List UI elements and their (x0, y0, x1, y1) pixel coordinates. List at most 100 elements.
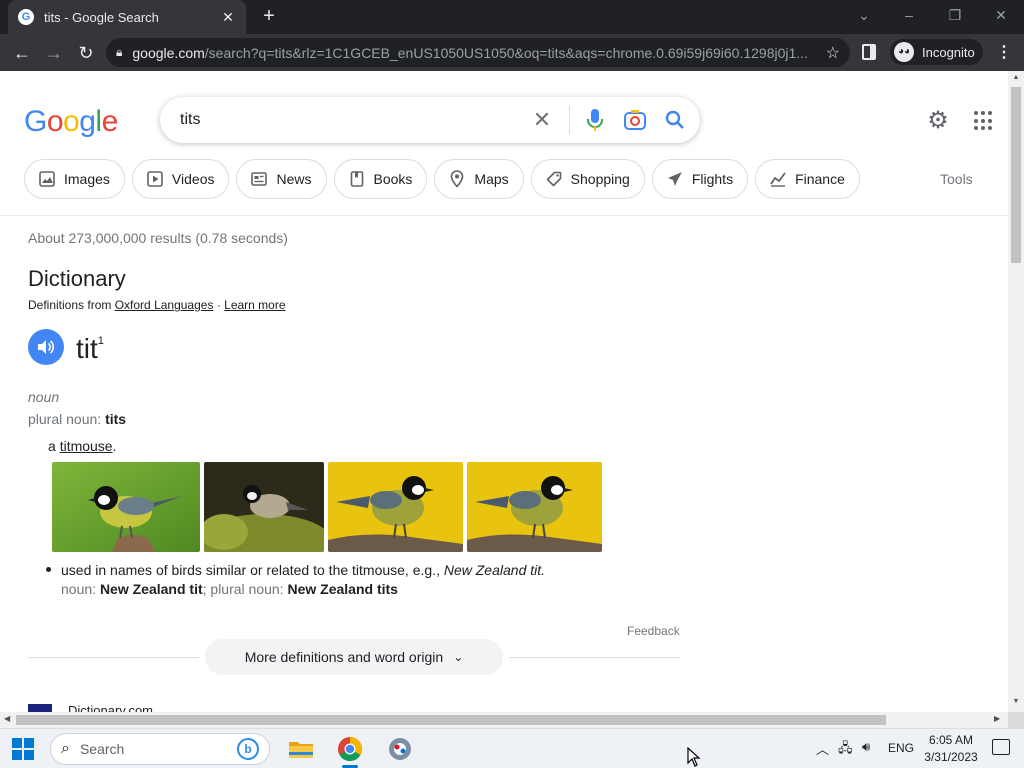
scroll-left-arrow-icon[interactable]: ◀ (4, 714, 10, 723)
tab-strip: G tits - Google Search ✕ + ⌄ – ❐ ✕ (0, 0, 1024, 34)
play-icon (146, 170, 164, 188)
minimize-icon[interactable]: – (897, 4, 921, 26)
bird-image-4[interactable] (467, 462, 602, 552)
clock-time: 6:05 AM (928, 733, 974, 747)
search-divider (569, 106, 570, 134)
dictionary-heading: Dictionary (28, 266, 126, 291)
tab-close-icon[interactable]: ✕ (220, 9, 236, 26)
speaker-icon (38, 340, 55, 354)
oxford-languages-link[interactable]: Oxford Languages (115, 298, 214, 312)
voice-search-mic-icon[interactable] (580, 105, 610, 135)
def2-text: used in names of birds similar or relate… (61, 562, 440, 578)
map-pin-icon (448, 170, 466, 188)
windows-taskbar: ⌕ Search b ︿ 🖧︎ 🔊︎ ENG 6:05 AM 3/31/2023 (0, 728, 1024, 768)
chip-label: Flights (691, 171, 734, 187)
pronunciation-speaker-button[interactable] (28, 329, 64, 365)
url-text[interactable]: google.com/search?q=tits&rlz=1C1GCEB_enU… (132, 45, 817, 61)
reload-icon[interactable]: ↻ (74, 41, 98, 65)
vertical-scrollbar[interactable]: ▲ ▼ (1008, 71, 1024, 712)
taskbar-search-box[interactable]: ⌕ Search b (50, 733, 270, 765)
tag-icon (545, 170, 563, 188)
def2-noun-label: noun: (61, 581, 97, 597)
chip-images[interactable]: Images (24, 159, 125, 199)
clear-search-icon[interactable]: ✕ (527, 107, 557, 133)
taskbar-search-icon: ⌕ (61, 740, 70, 757)
tools-button[interactable]: Tools (940, 171, 973, 187)
url-path: /search?q=tits&rlz=1C1GCEB_enUS1050US105… (204, 44, 808, 61)
next-result-name: Dictionary.com (68, 703, 154, 712)
taskbar-clock[interactable]: 6:05 AM 3/31/2023 (918, 732, 984, 766)
definition-1: a titmouse. (48, 438, 117, 454)
def1-prefix: a (48, 438, 56, 454)
dictionary-com-favicon-icon (28, 703, 52, 712)
lens-camera-icon[interactable] (620, 105, 650, 135)
bird-image-1[interactable] (52, 462, 200, 552)
plural-label: plural noun: (28, 411, 102, 427)
chip-news[interactable]: News (236, 159, 327, 199)
feedback-link[interactable]: Feedback (627, 624, 680, 638)
search-magnifier-icon[interactable] (660, 105, 690, 135)
scrollbar-corner (1008, 712, 1024, 728)
lock-icon[interactable]: 🔒︎ (116, 45, 122, 60)
bing-icon[interactable]: b (237, 738, 259, 760)
forward-arrow-icon[interactable]: → (42, 41, 66, 65)
network-icon[interactable]: 🖧︎ (838, 739, 853, 761)
window-close-icon[interactable]: ✕ (989, 4, 1013, 26)
def2-sep: ; (202, 581, 207, 597)
logo-letter: G (24, 105, 47, 138)
address-bar[interactable]: 🔒︎ google.com/search?q=tits&rlz=1C1GCEB_… (106, 38, 850, 67)
search-input[interactable]: tits (180, 111, 527, 129)
chip-shopping[interactable]: Shopping (530, 159, 645, 199)
bookmark-star-icon[interactable]: ☆ (826, 43, 840, 63)
next-result[interactable]: Dictionary.com (28, 703, 153, 712)
windows-start-icon[interactable] (12, 738, 34, 760)
chrome-taskbar-icon[interactable] (336, 735, 364, 768)
chip-flights[interactable]: Flights (651, 159, 749, 199)
chip-label: Maps (474, 171, 509, 187)
chip-maps[interactable]: Maps (434, 159, 524, 199)
back-arrow-icon[interactable]: ← (10, 41, 34, 65)
chip-label: Finance (795, 171, 845, 187)
more-definitions-label: More definitions and word origin (244, 649, 444, 665)
restore-icon[interactable]: ❐ (943, 4, 967, 26)
vertical-scroll-thumb[interactable] (1011, 87, 1021, 263)
volume-icon[interactable]: 🔊︎ (862, 739, 870, 755)
def2-example: New Zealand tit (443, 562, 542, 578)
scroll-up-arrow-icon[interactable]: ▲ (1008, 74, 1024, 81)
def1-suffix: . (112, 438, 117, 454)
chip-videos[interactable]: Videos (131, 159, 230, 199)
scroll-right-arrow-icon[interactable]: ▶ (994, 714, 1000, 723)
tab-search-chevron-icon[interactable]: ⌄ (852, 4, 876, 26)
incognito-label: Incognito (922, 44, 975, 60)
chip-label: News (276, 171, 312, 187)
horizontal-scrollbar[interactable]: ◀ ▶ (0, 712, 1008, 728)
notification-center-icon[interactable] (992, 739, 1010, 755)
bird-image-3[interactable] (328, 462, 463, 552)
file-explorer-icon[interactable] (287, 735, 315, 763)
tab-google-search[interactable]: G tits - Google Search ✕ (8, 0, 246, 34)
language-indicator[interactable]: ENG (888, 741, 914, 755)
google-logo[interactable]: Google (24, 105, 118, 139)
snipping-tool-icon[interactable] (386, 735, 414, 763)
chip-label: Shopping (570, 171, 630, 187)
settings-gear-icon[interactable]: ⚙ (924, 107, 952, 135)
plane-icon (666, 170, 684, 188)
chip-finance[interactable]: Finance (755, 159, 860, 199)
show-hidden-icons-chevron-icon[interactable]: ︿ (816, 739, 829, 758)
horizontal-scroll-thumb[interactable] (16, 715, 886, 725)
titmouse-link[interactable]: titmouse (60, 438, 113, 454)
chip-label: Books (373, 171, 413, 187)
chip-books[interactable]: Books (333, 159, 428, 199)
search-box[interactable]: tits ✕ (160, 97, 700, 143)
google-apps-grid-icon[interactable] (974, 111, 994, 131)
book-icon (348, 170, 366, 188)
tab-title: tits - Google Search (44, 9, 159, 25)
scroll-down-arrow-icon[interactable]: ▼ (1008, 698, 1024, 705)
chrome-menu-icon[interactable]: ⋮ (996, 42, 1012, 62)
more-definitions-button[interactable]: More definitions and word origin ⌄ (205, 639, 503, 675)
new-tab-plus-icon[interactable]: + (258, 6, 280, 28)
incognito-profile-button[interactable]: ◕◕ Incognito (890, 39, 983, 65)
learn-more-link[interactable]: Learn more (224, 298, 285, 312)
bird-image-2[interactable] (204, 462, 324, 552)
side-panel-icon[interactable] (862, 44, 876, 60)
